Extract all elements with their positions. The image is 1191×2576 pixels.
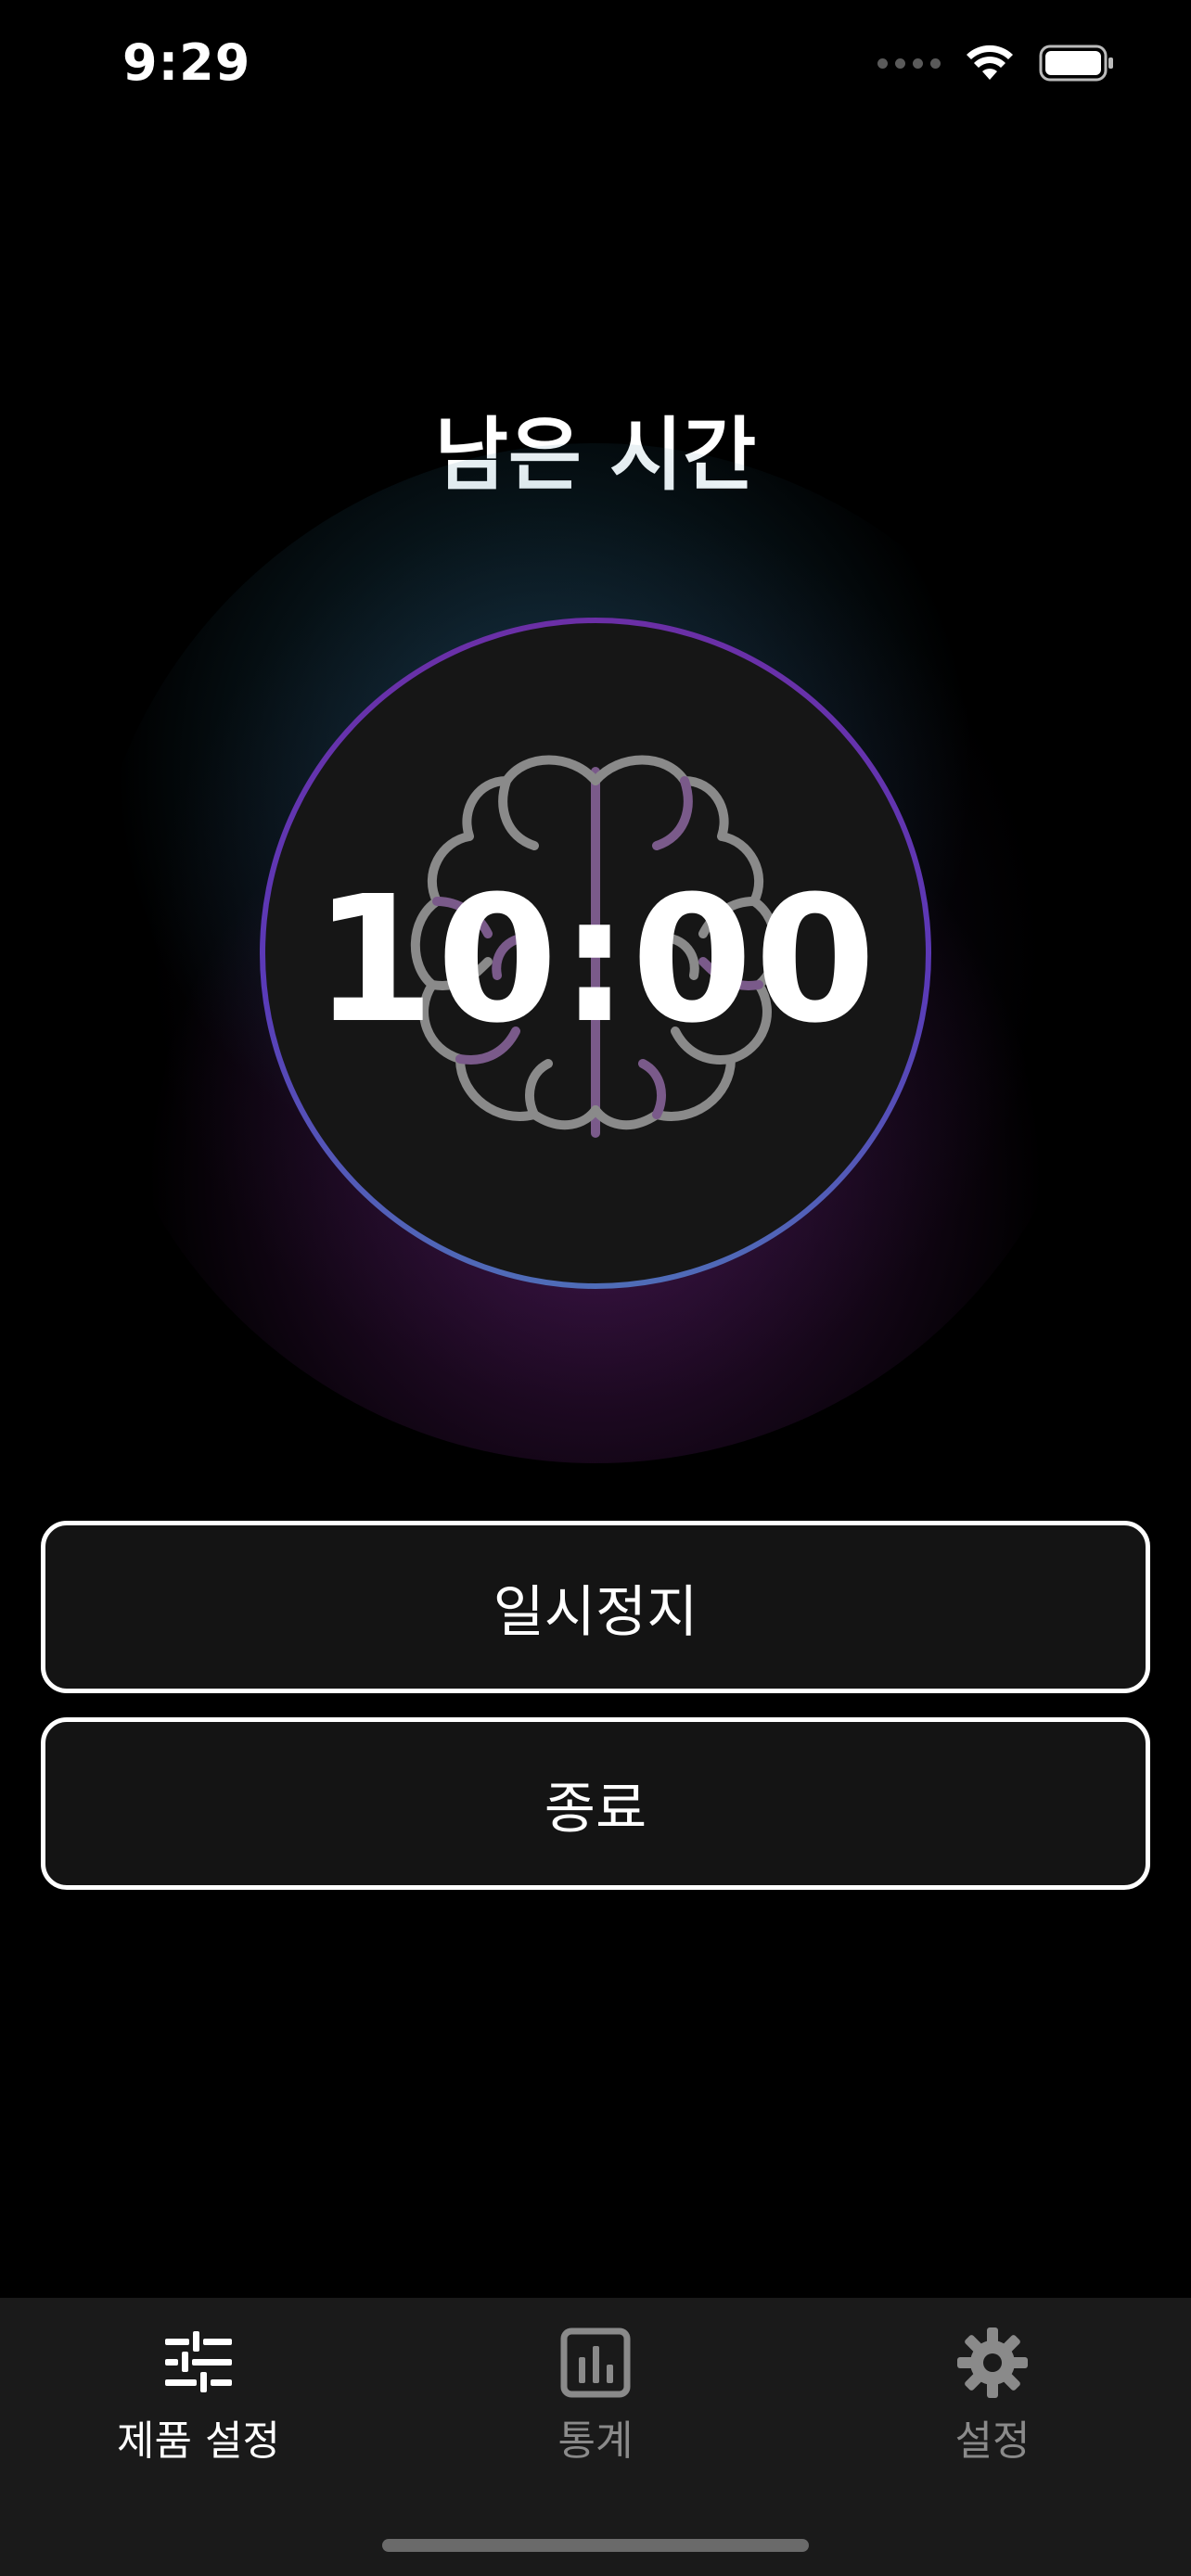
tab-label-statistics: 통계 bbox=[557, 2417, 634, 2465]
tab-settings[interactable]: 설정 bbox=[853, 2326, 1132, 2467]
gear-icon bbox=[957, 2327, 1028, 2398]
timer-face: 10:00 bbox=[265, 623, 926, 1283]
home-indicator[interactable] bbox=[382, 2539, 809, 2552]
status-bar: 9:29 bbox=[0, 0, 1191, 130]
pause-button[interactable]: 일시정지 bbox=[41, 1521, 1150, 1693]
timer-countdown: 10:00 bbox=[313, 859, 878, 1062]
status-time: 9:29 bbox=[122, 33, 251, 92]
timer-ring: 10:00 bbox=[260, 618, 931, 1289]
wifi-icon bbox=[967, 45, 1013, 80]
sliders-icon bbox=[165, 2331, 232, 2392]
tab-statistics[interactable]: 통계 bbox=[456, 2326, 735, 2467]
tab-product-settings[interactable]: 제품 설정 bbox=[59, 2326, 338, 2467]
tab-label-product-settings: 제품 설정 bbox=[117, 2417, 280, 2465]
tab-bar: 제품 설정 통계 설정 bbox=[0, 2298, 1191, 2576]
bar-chart-icon bbox=[560, 2327, 631, 2398]
battery-icon bbox=[1039, 45, 1113, 82]
stop-button[interactable]: 종료 bbox=[41, 1717, 1150, 1890]
status-icons bbox=[877, 45, 1115, 82]
tab-label-settings: 설정 bbox=[954, 2417, 1031, 2465]
signal-dots-icon bbox=[877, 57, 941, 69]
